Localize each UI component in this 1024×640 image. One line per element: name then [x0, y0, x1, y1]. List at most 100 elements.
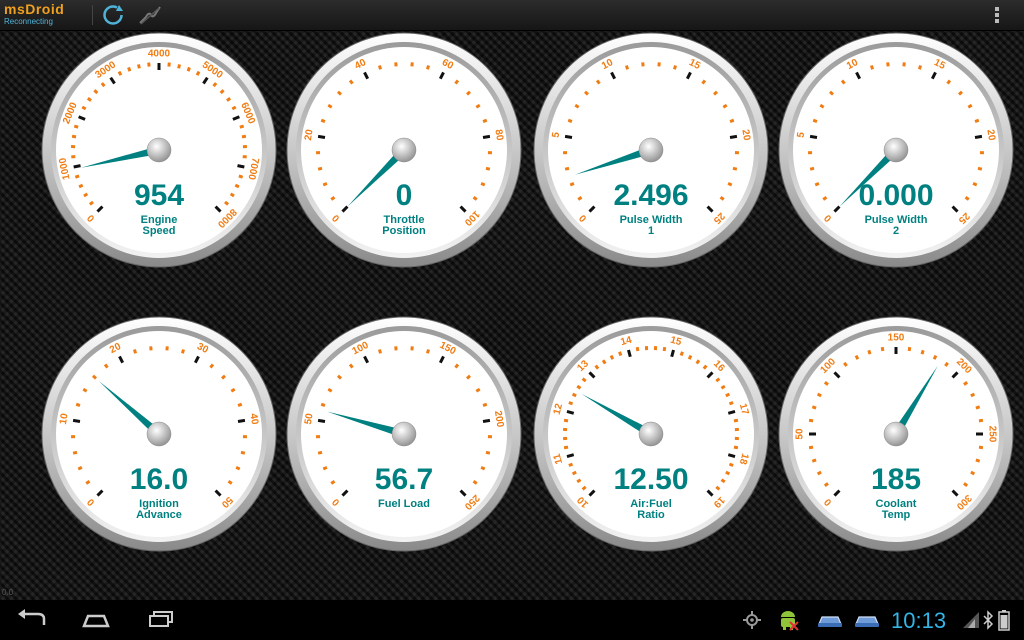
minor-tick: [920, 349, 925, 355]
minor-tick: [336, 90, 342, 96]
minor-tick: [238, 174, 244, 179]
minor-tick: [880, 346, 885, 352]
major-tick: [727, 453, 736, 458]
minor-tick: [581, 485, 587, 491]
minor-tick: [577, 195, 583, 201]
minor-tick: [231, 105, 237, 111]
minor-tick: [136, 64, 141, 69]
gauge-value: 56.7: [375, 463, 433, 496]
gauge-dial: 01020 30405016.0IgnitionAdvance: [41, 316, 277, 552]
minor-tick: [843, 361, 848, 367]
minor-tick: [808, 445, 814, 450]
bluetooth-icon: [983, 610, 994, 630]
minor-tick: [568, 462, 574, 467]
minor-tick: [812, 118, 818, 123]
minor-tick: [978, 445, 984, 450]
minor-tick: [73, 124, 79, 129]
gauge-label: Ratio: [637, 509, 665, 521]
minor-tick: [480, 465, 486, 471]
gauge-pulse-width-2: 0 5 10 15 20 25 0.000 Pulse Width 2: [773, 27, 1019, 273]
minor-tick: [713, 90, 719, 96]
minor-tick: [209, 363, 215, 369]
minor-tick: [932, 354, 938, 360]
car-icon: [855, 616, 879, 627]
minor-tick: [722, 103, 728, 109]
major-tick: [627, 349, 632, 358]
gauge-value: 0: [396, 179, 413, 212]
gauge-label: Speed: [142, 225, 175, 237]
battery-icon: [998, 610, 1010, 631]
minor-tick: [234, 183, 240, 189]
minor-tick: [840, 79, 846, 85]
version-text: 0.0: [2, 588, 14, 597]
minor-tick: [320, 118, 326, 123]
minor-tick: [963, 381, 969, 386]
minor-tick: [88, 200, 94, 206]
minor-tick: [719, 195, 725, 201]
minor-tick: [229, 192, 235, 198]
minor-tick: [103, 363, 109, 369]
minor-tick: [581, 377, 587, 383]
minor-tick: [618, 351, 623, 357]
minor-tick: [482, 402, 488, 407]
minor-tick: [823, 381, 829, 386]
minor-tick: [100, 82, 106, 88]
minor-tick: [330, 479, 336, 485]
minor-tick: [237, 402, 243, 407]
minor-tick: [635, 346, 640, 352]
minor-tick: [944, 361, 949, 367]
minor-tick: [574, 103, 580, 109]
minor-tick: [672, 65, 677, 70]
major-tick: [72, 418, 81, 423]
major-tick: [566, 453, 575, 458]
minor-tick: [687, 354, 693, 360]
tick-label: 20: [739, 129, 752, 142]
minor-tick: [466, 374, 472, 380]
minor-tick: [230, 387, 236, 393]
minor-tick: [226, 97, 232, 102]
minor-tick: [972, 181, 978, 187]
gauge-fuel-load: 0 50 100 150 200 250 56.7 Fuel Load: [281, 311, 527, 557]
minor-tick: [662, 346, 667, 352]
back-icon[interactable]: [14, 606, 50, 632]
minor-tick: [466, 90, 472, 96]
minor-tick: [485, 166, 491, 171]
minor-tick: [85, 479, 91, 485]
minor-tick: [186, 66, 191, 72]
minor-tick: [78, 183, 84, 189]
minor-tick: [729, 118, 735, 123]
gauge-label: Advance: [136, 509, 182, 521]
minor-tick: [720, 384, 726, 390]
minor-tick: [568, 401, 574, 406]
gauge-label: Fuel Load: [378, 498, 430, 510]
minor-tick: [317, 450, 323, 455]
minor-tick: [475, 103, 481, 109]
minor-tick: [485, 450, 491, 455]
minor-tick: [715, 485, 721, 491]
minor-tick: [239, 124, 245, 129]
minor-tick: [86, 97, 92, 102]
minor-tick: [720, 478, 726, 484]
minor-tick: [728, 462, 734, 467]
minor-tick: [454, 79, 460, 85]
tick-label: 80: [492, 129, 505, 142]
minor-tick: [327, 387, 333, 393]
major-tick: [482, 418, 491, 423]
minor-tick: [809, 166, 815, 171]
minor-tick: [975, 405, 981, 410]
major-tick: [73, 164, 81, 169]
gauge-label: Temp: [882, 509, 911, 521]
gauge-label: 1: [648, 225, 654, 237]
minor-tick: [728, 401, 734, 406]
minor-tick: [567, 118, 573, 123]
minor-tick: [963, 482, 969, 487]
minor-tick: [970, 470, 976, 476]
recent-apps-icon[interactable]: [144, 606, 180, 632]
gauge-coolant-temp: 0 50 100 150 200 250 300 185 Coolant Temp: [773, 311, 1019, 557]
home-icon[interactable]: [78, 606, 114, 632]
minor-tick: [867, 349, 872, 355]
gauge-throttle-position: 0 20 40 60 80 100 0 Throttle Position: [281, 27, 527, 273]
minor-tick: [958, 90, 964, 96]
minor-tick: [336, 374, 342, 380]
minor-tick: [816, 470, 822, 476]
